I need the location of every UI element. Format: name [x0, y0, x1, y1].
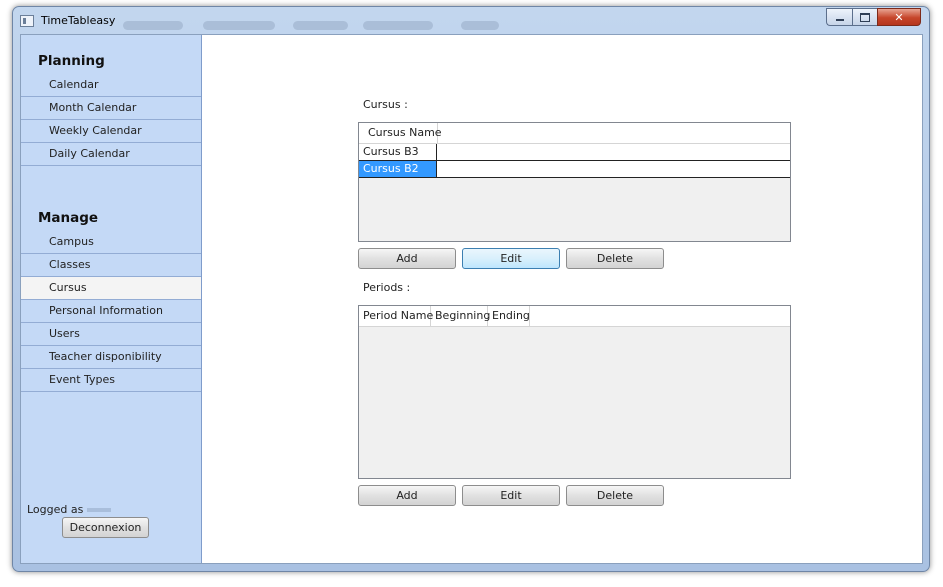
close-icon: ✕ — [894, 10, 904, 24]
taskbar-ghost — [203, 21, 275, 30]
cursus-name-cell: Cursus B3 — [359, 144, 437, 160]
sidebar-item-personal-information[interactable]: Personal Information — [21, 300, 201, 323]
planning-title: Planning — [38, 53, 105, 69]
sidebar-item-daily-calendar[interactable]: Daily Calendar — [21, 143, 201, 166]
app-icon — [20, 15, 34, 27]
cursus-label: Cursus : — [363, 98, 408, 111]
periods-grid-header: Period Name Beginning Ending — [359, 306, 790, 327]
maximize-icon — [860, 12, 870, 22]
maximize-button[interactable] — [852, 8, 877, 26]
periods-edit-button[interactable]: Edit — [462, 485, 560, 506]
manage-title: Manage — [38, 210, 99, 226]
close-button[interactable]: ✕ — [877, 8, 921, 26]
sidebar-item-event-types[interactable]: Event Types — [21, 369, 201, 392]
logout-button[interactable]: Deconnexion — [62, 517, 149, 538]
cursus-delete-button[interactable]: Delete — [566, 248, 664, 269]
taskbar-ghost — [123, 21, 183, 30]
periods-grid[interactable]: Period Name Beginning Ending — [358, 305, 791, 479]
minimize-button[interactable] — [826, 8, 852, 26]
cursus-grid-header: Cursus Name — [359, 123, 790, 144]
sidebar-item-month-calendar[interactable]: Month Calendar — [21, 97, 201, 120]
sidebar-item-calendar[interactable]: Calendar — [21, 74, 201, 97]
cursus-grid[interactable]: Cursus Name Cursus B3 Cursus B2 — [358, 122, 791, 242]
logged-user-name — [87, 508, 112, 512]
sidebar: Planning Calendar Month Calendar Weekly … — [21, 35, 202, 563]
sidebar-item-classes[interactable]: Classes — [21, 254, 201, 277]
sidebar-item-cursus[interactable]: Cursus — [21, 277, 201, 300]
table-row[interactable]: Cursus B3 — [359, 144, 790, 161]
title-bar[interactable]: TimeTableasy ✕ — [13, 7, 929, 35]
app-window: TimeTableasy ✕ Planning Calendar Month C… — [12, 6, 930, 572]
planning-menu: Calendar Month Calendar Weekly Calendar … — [21, 74, 201, 166]
table-row-selected[interactable]: Cursus B2 — [359, 161, 790, 178]
manage-menu: Campus Classes Cursus Personal Informati… — [21, 231, 201, 392]
sidebar-item-users[interactable]: Users — [21, 323, 201, 346]
taskbar-ghost — [363, 21, 433, 30]
client-area: Planning Calendar Month Calendar Weekly … — [20, 34, 923, 564]
cursus-name-cell: Cursus B2 — [359, 161, 437, 177]
cursus-add-button[interactable]: Add — [358, 248, 456, 269]
logged-as-label: Logged as — [27, 503, 84, 516]
periods-delete-button[interactable]: Delete — [566, 485, 664, 506]
column-header-ending[interactable]: Ending — [488, 306, 530, 326]
column-header-beginning[interactable]: Beginning — [431, 306, 490, 326]
taskbar-ghost — [461, 21, 499, 30]
sidebar-item-teacher-disponibility[interactable]: Teacher disponibility — [21, 346, 201, 369]
periods-label: Periods : — [363, 281, 411, 294]
minimize-icon — [835, 19, 844, 21]
cursus-edit-button[interactable]: Edit — [462, 248, 560, 269]
taskbar-ghost — [293, 21, 348, 30]
sidebar-item-weekly-calendar[interactable]: Weekly Calendar — [21, 120, 201, 143]
periods-add-button[interactable]: Add — [358, 485, 456, 506]
sidebar-item-campus[interactable]: Campus — [21, 231, 201, 254]
column-header-period-name[interactable]: Period Name — [359, 306, 433, 326]
logged-as-area: Logged as — [27, 503, 112, 516]
column-header-cursus-name[interactable]: Cursus Name — [359, 123, 442, 143]
window-title: TimeTableasy — [41, 14, 116, 27]
